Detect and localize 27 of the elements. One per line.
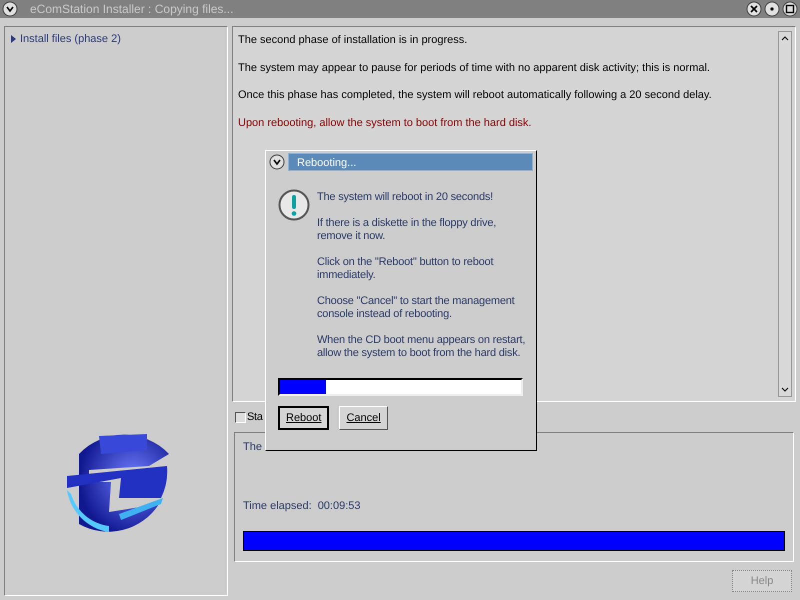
close-icon[interactable] <box>746 1 762 17</box>
sidebar-item[interactable]: Install files (phase 2) <box>9 31 123 48</box>
exclamation-icon <box>278 189 310 221</box>
message-text: Upon rebooting, allow the system to boot from the hard disk. <box>238 116 532 130</box>
message-text: The system may appear to pause for periods of time with no apparent disk activity; this is normal. <box>238 60 711 76</box>
dialog-text: Choose "Cancel" to start the management console instead of rebooting. <box>317 295 516 321</box>
dialog-button[interactable]: Reboot <box>278 406 330 430</box>
window-title: eComStation Installer : Copying files... <box>30 1 234 18</box>
elapsed-label: Time elapsed: <box>243 498 312 514</box>
dialog-button[interactable]: Cancel <box>339 406 388 430</box>
chevron-icon[interactable] <box>2 1 18 17</box>
dialog-text: Click on the "Reboot" button to reboot immediately. <box>317 256 494 282</box>
dialog-text: When the CD boot menu appears on restart, allow the system to boot from the hard disk. <box>317 334 526 360</box>
checkbox-label: Sta <box>247 410 263 425</box>
message-text: The second phase of installation is in progress. <box>238 33 468 48</box>
message-text: Once this phase has completed, the system will reboot automatically following a 20 second delay. <box>238 88 713 103</box>
minimize-icon[interactable] <box>764 1 780 17</box>
dialog-text: The system will reboot in 20 seconds! <box>317 191 494 204</box>
status-text: The <box>243 440 262 455</box>
checkbox[interactable] <box>235 412 246 422</box>
scrollbar[interactable] <box>778 31 792 397</box>
dialog-title: Rebooting... <box>288 153 533 171</box>
chevron-icon[interactable] <box>269 154 285 170</box>
triangle-icon <box>11 35 16 44</box>
maximize-icon[interactable] <box>782 1 798 17</box>
elapsed-time: 00:09:53 <box>318 498 361 514</box>
dialog-text: If there is a diskette in the floppy drive, remove it now. <box>317 217 498 243</box>
